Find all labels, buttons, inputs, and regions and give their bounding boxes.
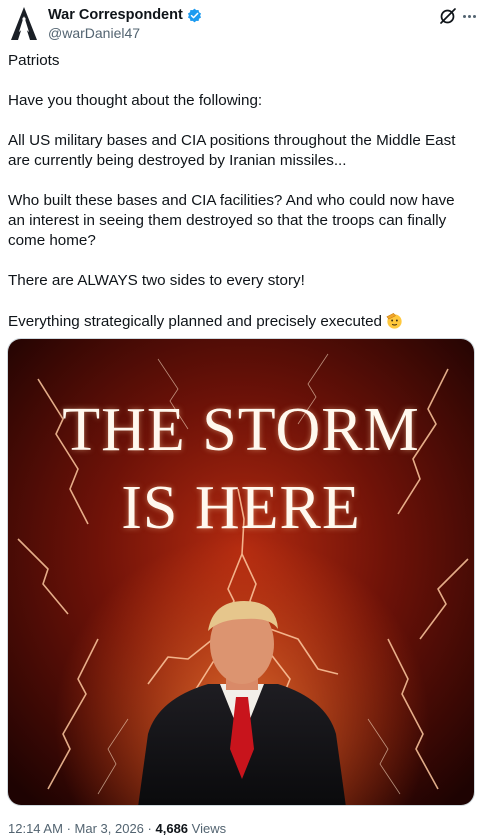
- post-date[interactable]: Mar 3, 2026: [75, 821, 144, 836]
- post-paragraph: Who built these bases and CIA facilities…: [8, 192, 455, 249]
- verified-badge-icon: [187, 8, 201, 22]
- image-headline-line2: IS HERE: [121, 474, 361, 542]
- post-text: Patriots Have you thought about the foll…: [8, 51, 474, 332]
- author-handle[interactable]: @warDaniel47: [48, 25, 140, 41]
- meta-separator: ·: [147, 821, 152, 836]
- meta-separator: ·: [66, 821, 71, 836]
- image-headline-line1: THE STORM: [62, 396, 420, 464]
- post-meta: 12:14 AM · Mar 3, 2026 · 4,686 Views: [8, 821, 226, 836]
- post-paragraph: There are ALWAYS two sides to every stor…: [8, 272, 305, 289]
- more-icon-dot: [472, 14, 476, 18]
- post-header: War Correspondent @warDaniel47: [0, 0, 481, 48]
- grok-button[interactable]: [438, 6, 458, 26]
- grok-icon: [440, 8, 456, 24]
- post-paragraph: Patriots: [8, 52, 60, 69]
- post-paragraph: All US military bases and CIA positions …: [8, 132, 456, 169]
- post-image[interactable]: THE STORM IS HERE: [7, 338, 475, 806]
- post-paragraph: Have you thought about the following:: [8, 92, 263, 109]
- avatar-logo-icon: [11, 7, 37, 40]
- more-icon-dot: [467, 14, 471, 18]
- post-paragraph-last: Everything strategically planned and pre…: [8, 311, 474, 332]
- post-time[interactable]: 12:14 AM: [8, 821, 63, 836]
- more-options-button[interactable]: [459, 6, 479, 26]
- author-name-row: War Correspondent: [48, 7, 202, 23]
- views-count: 4,686: [155, 821, 189, 836]
- more-icon: [462, 14, 466, 18]
- author-display-name[interactable]: War Correspondent: [48, 7, 183, 23]
- saluting-face-emoji-icon: [386, 313, 402, 329]
- avatar[interactable]: [8, 6, 40, 42]
- post-paragraph-text: Everything strategically planned and pre…: [8, 313, 382, 330]
- views-label: Views: [191, 821, 227, 836]
